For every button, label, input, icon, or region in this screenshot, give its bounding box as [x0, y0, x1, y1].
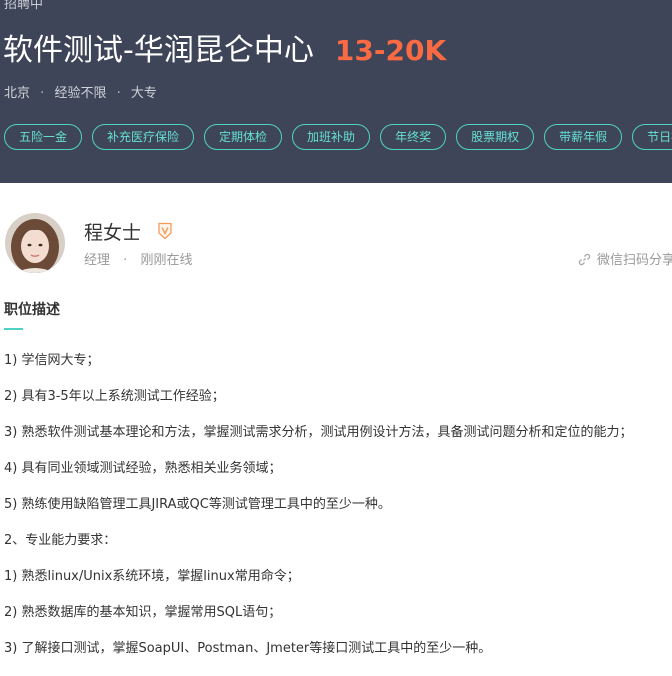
benefit-tag: 带薪年假 [544, 124, 623, 150]
salary: 13-20K [334, 34, 447, 67]
job-status: 招聘中 [4, 0, 44, 12]
benefit-tag: 定期体检 [204, 124, 283, 150]
online-status: 刚刚在线 [140, 253, 193, 268]
description-line: 1) 熟悉linux/Unix系统环境，掌握linux常用命令； [4, 569, 300, 584]
recruiter-card: 程女士 经理 · 刚刚在线 微信扫码分享 [0, 183, 672, 283]
description-line: 3) 了解接口测试，掌握SoapUI、Postman、Jmeter等接口测试工具… [4, 641, 492, 656]
job-meta: 北京 · 经验不限 · 大专 [4, 85, 157, 103]
share-text[interactable]: 微信扫码分享 [597, 253, 672, 268]
job-education: 大专 [130, 86, 157, 101]
benefit-tag: 五险一金 [4, 124, 83, 150]
link-icon [578, 253, 591, 266]
recruiter-role: 经理 [84, 253, 111, 268]
job-experience: 经验不限 [54, 86, 107, 101]
benefit-tag: 股票期权 [456, 124, 535, 150]
section-underline [4, 328, 23, 330]
recruiter-name: 程女士 [84, 222, 142, 244]
job-title: 软件测试-华润昆仑中心 [3, 33, 314, 68]
benefit-tag: 加班补助 [292, 124, 371, 150]
meta-dot: · [40, 86, 45, 101]
job-city: 北京 [4, 86, 31, 101]
description-line: 5) 熟练使用缺陷管理工具JIRA或QC等测试管理工具中的至少一种。 [4, 497, 391, 512]
benefit-tag: 补充医疗保险 [92, 124, 195, 150]
benefit-tag: 节日福利 [632, 124, 672, 150]
title-row: 软件测试-华润昆仑中心 13-20K [3, 30, 446, 72]
description-line: 3) 熟悉软件测试基本理论和方法，掌握测试需求分析，测试用例设计方法，具备测试问… [4, 425, 633, 440]
job-description: 1) 学信网大专； 2) 具有3-5年以上系统测试工作经验； 3) 熟悉软件测试… [4, 352, 632, 676]
share-link[interactable]: 微信扫码分享 [578, 249, 672, 268]
section-title: 职位描述 [4, 302, 60, 318]
benefit-tag: 年终奖 [380, 124, 447, 150]
description-line: 1) 学信网大专； [4, 353, 100, 368]
recruiter-sub: 经理 · 刚刚在线 [84, 249, 192, 268]
separator: · [123, 253, 128, 268]
benefit-tags: 五险一金 补充医疗保险 定期体检 加班补助 年终奖 股票期权 带薪年假 节日福利 [4, 124, 672, 150]
description-line: 2) 具有3-5年以上系统测试工作经验； [4, 389, 225, 404]
description-line: 4) 具有同业领域测试经验，熟悉相关业务领域； [4, 461, 282, 476]
v-badge-icon [158, 222, 172, 240]
description-line: 2) 熟悉数据库的基本知识，掌握常用SQL语句； [4, 605, 282, 620]
avatar[interactable] [5, 213, 65, 273]
description-line: 2、专业能力要求： [4, 533, 117, 548]
meta-dot: · [116, 86, 121, 101]
job-header: 招聘中 软件测试-华润昆仑中心 13-20K 北京 · 经验不限 · 大专 五险… [0, 0, 672, 183]
